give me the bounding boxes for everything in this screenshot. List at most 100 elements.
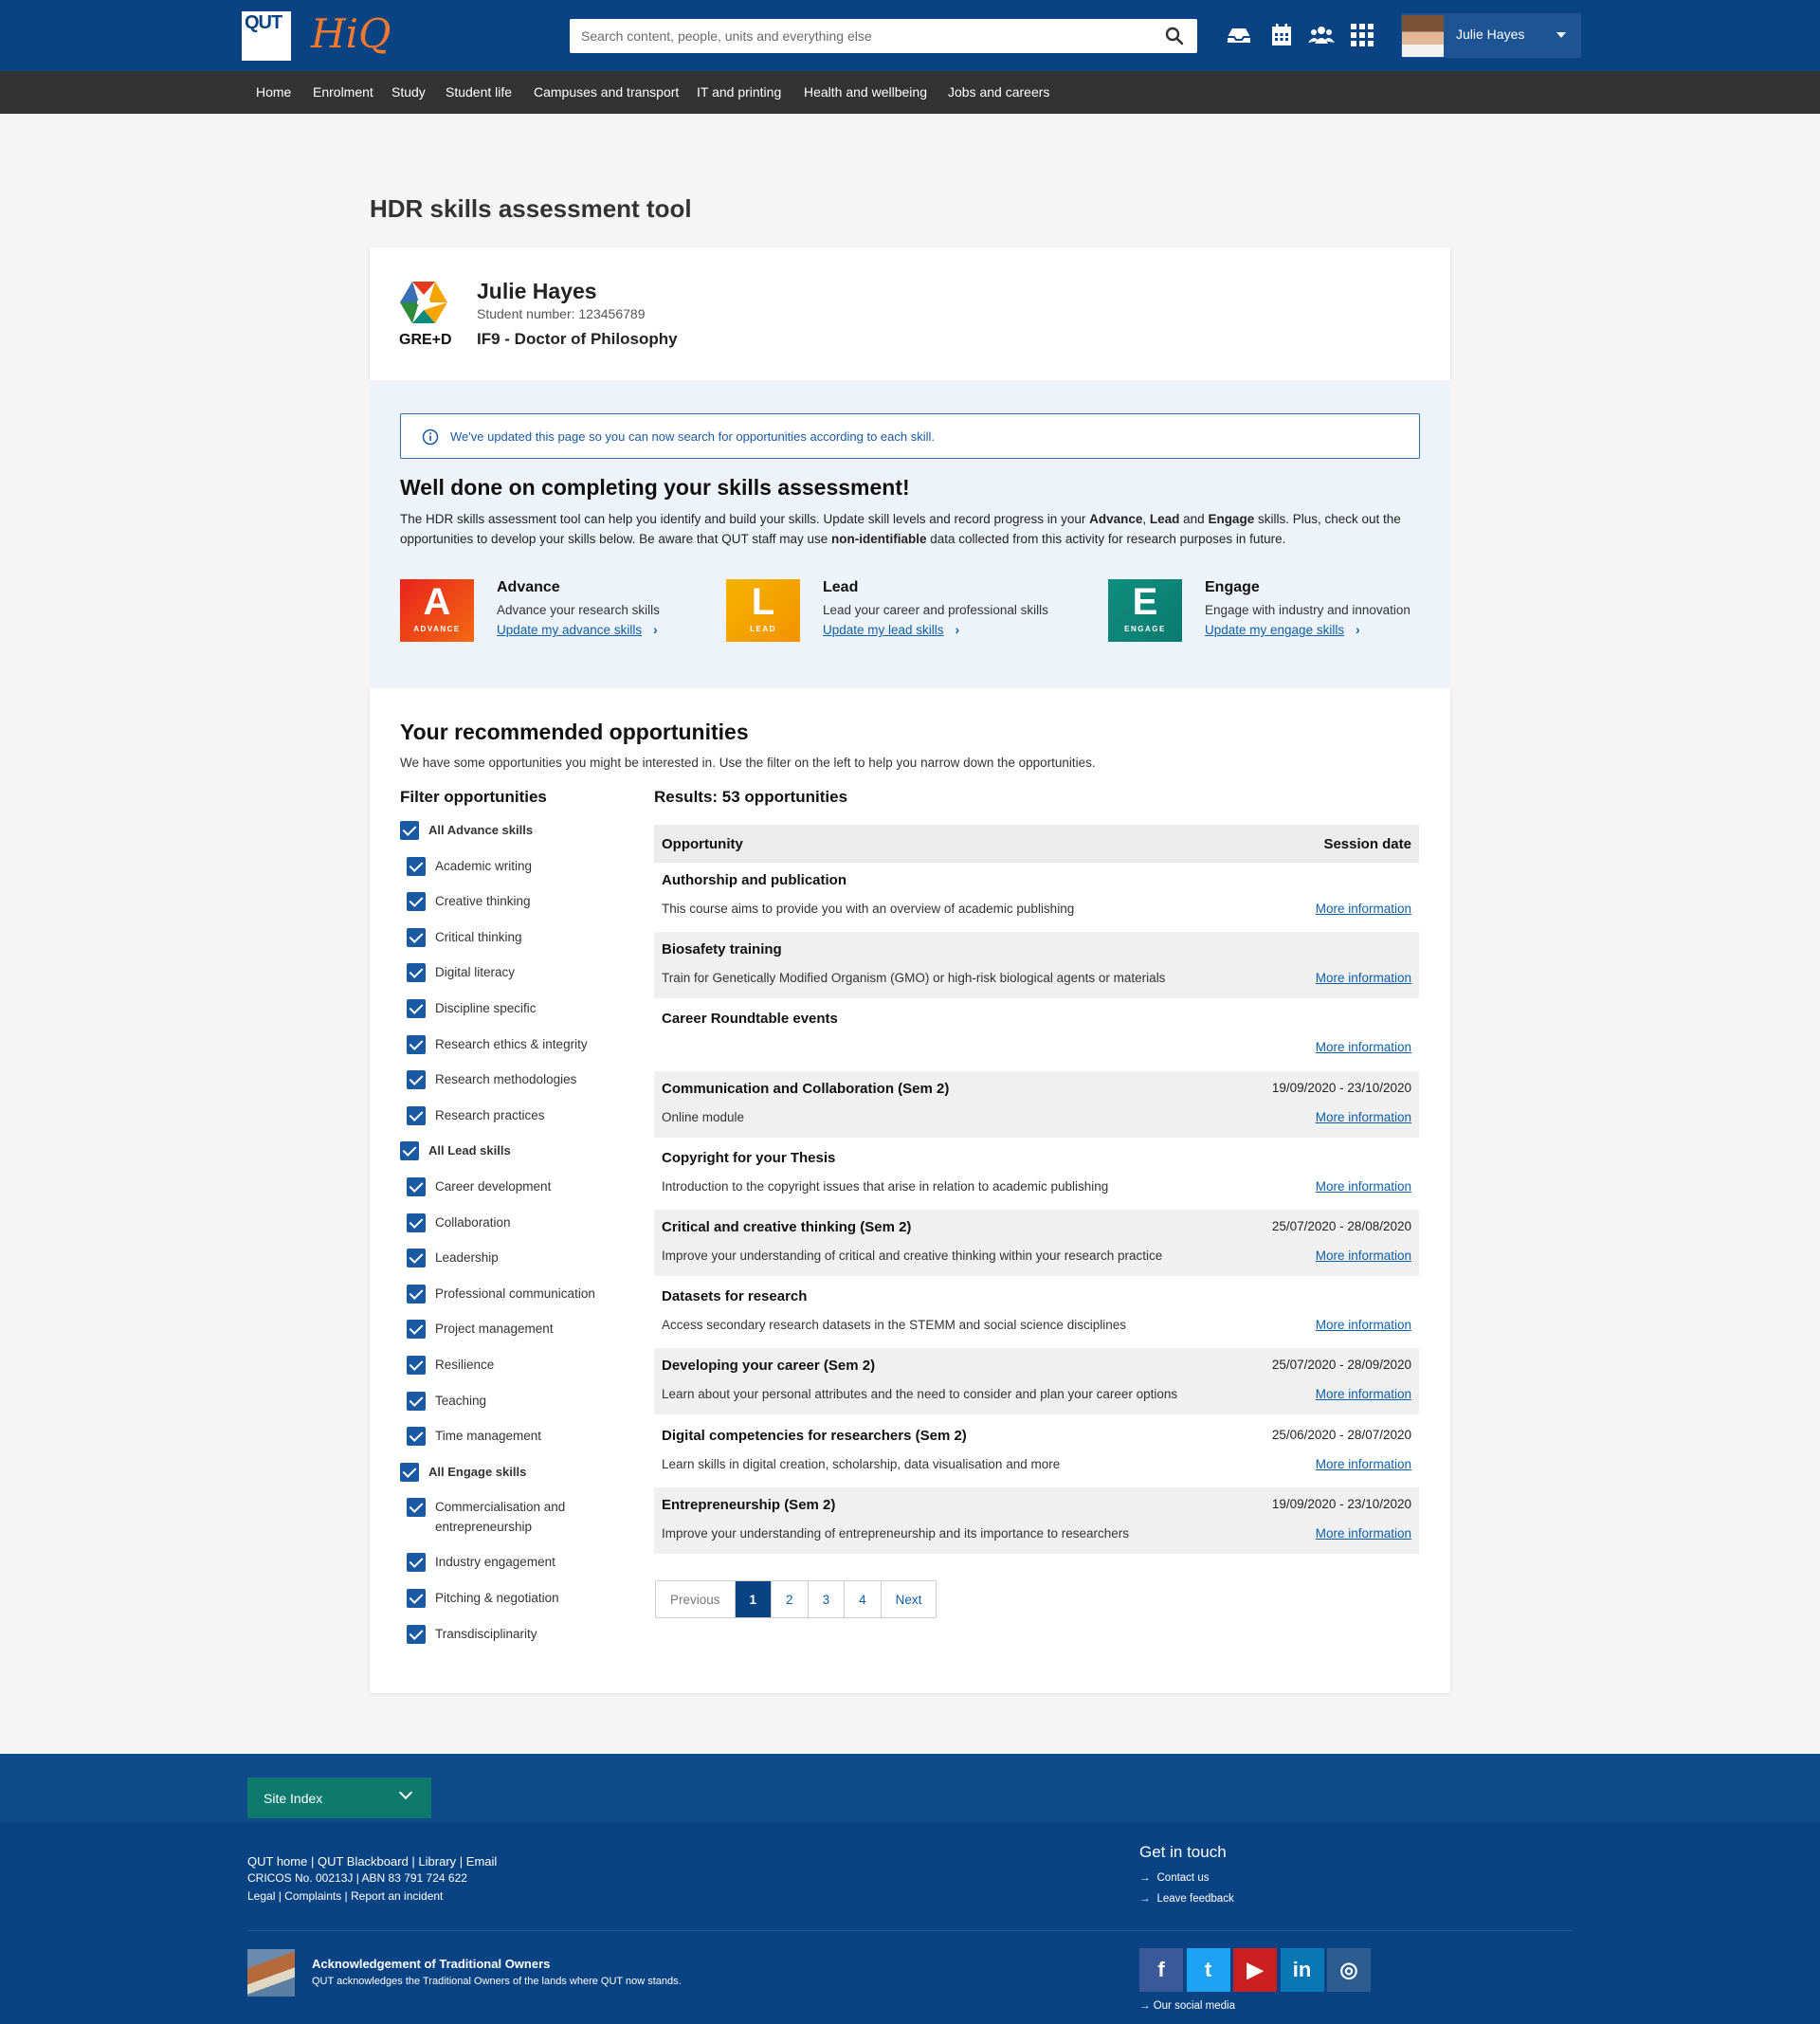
more-information-link[interactable]: More information	[1316, 1526, 1411, 1541]
footer-link-library[interactable]: Library	[418, 1854, 456, 1869]
youtube-icon[interactable]: ▶	[1233, 1948, 1277, 1992]
people-icon[interactable]	[1307, 21, 1336, 49]
footer-link-legal[interactable]: Legal	[247, 1889, 275, 1903]
facebook-icon[interactable]: f	[1139, 1948, 1183, 1992]
pagination: Previous 1 2 3 4 Next	[655, 1580, 937, 1618]
info-alert: We've updated this page so you can now s…	[400, 413, 1420, 459]
opportunity-title: Communication and Collaboration (Sem 2)	[662, 1080, 950, 1097]
footer-links-row: QUT home | QUT Blackboard | Library | Em…	[247, 1854, 498, 1869]
footer-link-email[interactable]: Email	[466, 1854, 498, 1869]
page-number-button[interactable]: 2	[772, 1581, 809, 1617]
skill-description: Lead your career and professional skills	[823, 603, 1048, 617]
skill-title: Engage	[1205, 579, 1260, 595]
filter-label: Collaboration	[435, 1214, 511, 1230]
checkbox-checked-icon[interactable]	[407, 963, 426, 983]
filter-label: Resilience	[435, 1358, 495, 1372]
user-menu[interactable]: Julie Hayes	[1401, 13, 1581, 58]
checkbox-checked-icon[interactable]	[407, 1624, 426, 1644]
page-number-button[interactable]: 3	[808, 1581, 846, 1617]
next-page-button[interactable]: Next	[881, 1581, 937, 1617]
nav-study[interactable]: Study	[391, 84, 426, 100]
acknowledgement-title: Acknowledgement of Traditional Owners	[312, 1957, 551, 1971]
chevron-down-icon	[398, 1785, 413, 1800]
nav-jobs-careers[interactable]: Jobs and careers	[948, 84, 1049, 100]
nav-student-life[interactable]: Student life	[446, 84, 512, 100]
checkbox-checked-icon[interactable]	[407, 927, 426, 947]
site-index-dropdown[interactable]: Site Index	[247, 1778, 431, 1818]
search-icon[interactable]	[1165, 27, 1184, 46]
checkbox-checked-icon[interactable]	[407, 1320, 426, 1340]
opportunities-section: Your recommended opportunities We have s…	[370, 688, 1450, 1693]
nav-health-wellbeing[interactable]: Health and wellbeing	[804, 84, 927, 100]
checkbox-checked-icon[interactable]	[407, 892, 426, 912]
more-information-link[interactable]: More information	[1316, 1249, 1411, 1263]
page-number-button[interactable]: 4	[845, 1581, 882, 1617]
more-information-link[interactable]: More information	[1316, 1457, 1411, 1471]
twitter-icon[interactable]: t	[1186, 1948, 1230, 1992]
session-date: 25/07/2020 - 28/09/2020	[1271, 1358, 1411, 1373]
update-engage-skills-link[interactable]: Update my engage skills ›	[1205, 623, 1360, 637]
checkbox-checked-icon[interactable]	[407, 1070, 426, 1090]
opportunity-row: Authorship and publication This course ai…	[654, 863, 1419, 929]
checkbox-checked-icon[interactable]	[407, 1177, 426, 1196]
inbox-icon[interactable]	[1225, 21, 1253, 49]
our-social-media-link[interactable]: → Our social media	[1139, 2000, 1235, 2012]
update-advance-skills-link[interactable]: Update my advance skills ›	[497, 623, 658, 637]
opportunity-title: Datasets for research	[662, 1288, 808, 1305]
more-information-link[interactable]: More information	[1316, 1179, 1411, 1194]
leave-feedback-link[interactable]: → Leave feedback	[1139, 1893, 1234, 1905]
footer-link-qut-home[interactable]: QUT home	[247, 1854, 307, 1869]
checkbox-checked-icon[interactable]	[407, 999, 426, 1018]
qut-logo[interactable]: QUT	[242, 11, 291, 61]
checkbox-checked-icon[interactable]	[407, 1553, 426, 1573]
checkbox-checked-icon[interactable]	[407, 1498, 426, 1518]
more-information-link[interactable]: More information	[1316, 1110, 1411, 1124]
more-information-link[interactable]: More information	[1316, 1387, 1411, 1401]
footer-link-blackboard[interactable]: QUT Blackboard	[318, 1854, 409, 1869]
more-information-link[interactable]: More information	[1316, 1040, 1411, 1054]
apps-grid-icon[interactable]	[1348, 21, 1376, 49]
more-information-link[interactable]: More information	[1316, 902, 1411, 916]
nav-home[interactable]: Home	[256, 84, 291, 100]
page-title: HDR skills assessment tool	[370, 194, 692, 223]
previous-page-button[interactable]: Previous	[656, 1581, 736, 1617]
checkbox-checked-icon[interactable]	[407, 1213, 426, 1232]
cricos-number: CRICOS No. 00213J	[247, 1871, 354, 1885]
session-date: 19/09/2020 - 23/10/2020	[1271, 1496, 1411, 1511]
footer-link-complaints[interactable]: Complaints	[284, 1889, 341, 1903]
footer-top: Site Index	[0, 1754, 1820, 1822]
checkbox-checked-icon[interactable]	[407, 1034, 426, 1054]
update-lead-skills-link[interactable]: Update my lead skills ›	[823, 623, 959, 637]
checkbox-checked-icon[interactable]	[407, 856, 426, 876]
instagram-icon[interactable]: ◎	[1327, 1948, 1371, 1992]
nav-it-printing[interactable]: IT and printing	[697, 84, 781, 100]
checkbox-checked-icon[interactable]	[407, 1249, 426, 1268]
contact-us-link[interactable]: → Contact us	[1139, 1872, 1209, 1884]
checkbox-checked-icon[interactable]	[400, 1141, 419, 1161]
opportunity-title: Critical and creative thinking (Sem 2)	[662, 1219, 912, 1235]
linkedin-icon[interactable]: in	[1280, 1948, 1324, 1992]
nav-enrolment[interactable]: Enrolment	[313, 84, 373, 100]
checkbox-checked-icon[interactable]	[407, 1427, 426, 1447]
filter-label: Research practices	[435, 1107, 545, 1122]
checkbox-checked-icon[interactable]	[407, 1391, 426, 1411]
nav-campuses-transport[interactable]: Campuses and transport	[534, 84, 679, 100]
more-information-link[interactable]: More information	[1316, 971, 1411, 985]
checkbox-checked-icon[interactable]	[407, 1589, 426, 1608]
page-number-button[interactable]: 1	[735, 1581, 773, 1617]
opportunity-row: Biosafety training Train for Genetically …	[654, 932, 1419, 999]
checkbox-checked-icon[interactable]	[400, 821, 419, 840]
filter-label: Time management	[435, 1429, 542, 1444]
more-information-link[interactable]: More information	[1316, 1318, 1411, 1332]
search-input[interactable]	[570, 19, 1138, 53]
checkbox-checked-icon[interactable]	[407, 1284, 426, 1304]
checkbox-checked-icon[interactable]	[407, 1105, 426, 1125]
avatar	[1402, 15, 1444, 57]
opportunities-intro: We have some opportunities you might be …	[400, 756, 1096, 770]
hiq-logo[interactable]: HiQ	[311, 9, 391, 59]
checkbox-checked-icon[interactable]	[400, 1462, 419, 1482]
arrow-right-icon: →	[1139, 2000, 1154, 2012]
footer-link-report-incident[interactable]: Report an incident	[351, 1889, 443, 1903]
checkbox-checked-icon[interactable]	[407, 1356, 426, 1375]
calendar-icon[interactable]	[1267, 21, 1296, 49]
